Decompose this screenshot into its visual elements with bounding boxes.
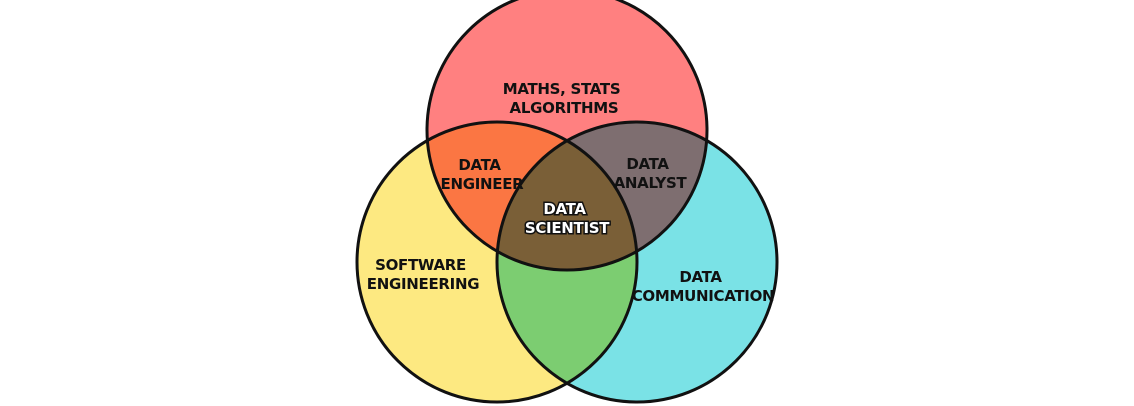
venn-diagram: MATHS, STATS ALGORITHMS DATA ENGINEER DA… [355, 0, 779, 404]
software-engineering-label: SOFTWARE ENGINEERING [367, 256, 479, 293]
maths-stats-label: MATHS, STATS ALGORITHMS [503, 80, 626, 117]
